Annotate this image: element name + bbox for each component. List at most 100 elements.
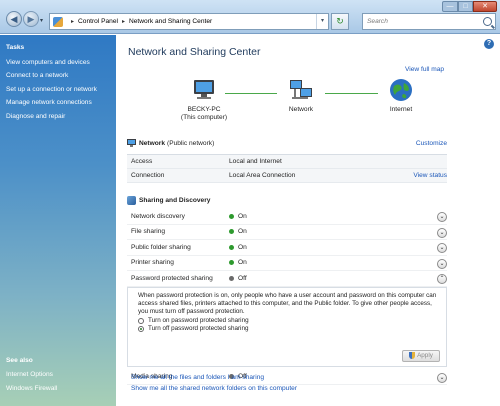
network-label: Network [288,106,314,114]
minimize-button[interactable]: — [442,1,458,12]
tasks-heading: Tasks [6,44,25,51]
expand-chevron-icon[interactable]: ⌄ [437,258,447,269]
breadcrumb-separator-icon: ▸ [71,19,75,25]
expand-chevron-icon[interactable]: ⌄ [437,243,447,253]
radio-turn-off[interactable]: Turn off password protected sharing [138,325,440,332]
network-small-icon [127,139,136,147]
map-link-line [325,93,378,94]
row-label: Network discovery [131,212,185,220]
row-value: On [238,259,247,267]
uac-shield-icon [409,352,416,359]
show-shared-files-link[interactable]: Show me all the files and folders I am s… [131,374,264,381]
see-also-heading: See also [6,357,33,364]
apply-button[interactable]: Apply [402,349,440,362]
status-dot-icon [229,213,234,219]
sharing-row-printer: Printer sharing On ⌄ [127,256,447,271]
status-dot-icon [229,244,234,250]
network-type: (Public network) [167,140,215,147]
page-title: Network and Sharing Center [128,46,261,58]
password-description: When password protection is on, only peo… [138,291,437,316]
row-value: On [238,212,247,220]
address-bar: ◀ ▶ ▾ ▸ Control Panel ▸ Network and Shar… [0,0,500,34]
sidebar-item-manage-connections[interactable]: Manage network connections [6,99,92,106]
breadcrumb-control-panel[interactable]: Control Panel [78,18,118,25]
recent-pages-chevron-icon[interactable]: ▾ [40,17,43,24]
row-value: Local Area Connection [229,172,296,179]
view-full-map-link[interactable]: View full map [405,66,444,73]
row-value: On [238,243,247,251]
refresh-button[interactable]: ↻ [331,13,349,30]
row-label: Access [131,158,153,165]
close-button[interactable]: ✕ [473,1,497,12]
radio-label[interactable]: Turn on password protected sharing [148,317,249,324]
row-label: Password protected sharing [131,274,213,282]
collapse-chevron-icon[interactable]: ⌃ [437,274,447,284]
sharing-row-network-discovery: Network discovery On ⌄ [127,209,447,225]
back-button[interactable]: ◀ [6,11,22,27]
maximize-button[interactable]: □ [458,1,473,12]
sharing-row-file-sharing: File sharing On ⌄ [127,225,447,240]
sharing-heading: Sharing and Discovery [139,196,211,204]
apply-label: Apply [417,352,433,359]
view-status-link[interactable]: View status [413,172,447,179]
computer-name: BECKY-PC [187,106,221,114]
expand-chevron-icon[interactable]: ⌄ [437,212,447,222]
sidebar-item-windows-firewall[interactable]: Windows Firewall [6,385,57,392]
radio-label[interactable]: Turn off password protected sharing [148,325,248,332]
control-panel-icon [53,16,63,27]
search-icon[interactable] [483,17,492,26]
map-node-network[interactable]: Network [276,77,326,114]
map-node-internet[interactable]: Internet [378,77,424,114]
sidebar: Tasks View computers and devices Connect… [0,35,116,406]
expand-chevron-icon[interactable]: ⌄ [437,227,447,238]
map-node-computer[interactable]: BECKY-PC (This computer) [174,77,234,123]
map-link-line [225,93,277,94]
row-value: Local and Internet [229,158,282,165]
help-icon[interactable]: ? [484,39,494,49]
forward-button[interactable]: ▶ [23,11,39,27]
sidebar-item-connect-network[interactable]: Connect to a network [6,72,68,79]
sharing-row-password-protected: Password protected sharing Off ⌃ [127,271,447,287]
sharing-discovery-section: Sharing and Discovery Network discovery … [127,194,447,385]
row-label: Public folder sharing [131,243,191,251]
sharing-header: Sharing and Discovery [127,194,447,206]
main-content: ? Network and Sharing Center View full m… [116,35,500,406]
breadcrumb-separator-icon: ▸ [121,19,125,25]
network-row-access: Access Local and Internet [127,155,447,169]
status-dot-icon [229,229,234,235]
customize-link[interactable]: Customize [416,140,447,147]
network-row-connection: Connection Local Area Connection View st… [127,169,447,183]
sidebar-item-setup-connection[interactable]: Set up a connection or network [6,86,97,93]
radio-button-selected[interactable] [138,325,144,332]
radio-turn-on[interactable]: Turn on password protected sharing [138,317,440,324]
internet-label: Internet [389,106,413,114]
password-sharing-panel: When password protection is on, only peo… [127,286,447,367]
row-label: Connection [131,172,165,179]
status-dot-icon [229,260,234,266]
address-field[interactable]: ▸ Control Panel ▸ Network and Sharing Ce… [49,13,329,30]
address-dropdown-icon[interactable]: ▾ [316,14,328,29]
row-label: Printer sharing [131,259,174,267]
network-header: Network (Public network) Customize [127,138,447,149]
row-value: Off [238,274,247,282]
sharing-icon [127,195,136,205]
sidebar-item-diagnose-repair[interactable]: Diagnose and repair [6,113,65,120]
globe-icon [390,79,412,101]
row-value: On [238,228,247,236]
network-name: Network [139,140,166,147]
search-input[interactable]: Search [362,13,496,30]
expand-chevron-icon[interactable]: ⌄ [437,372,447,383]
computer-subtitle: (This computer) [180,114,228,122]
network-icon [290,80,312,99]
search-placeholder: Search [367,18,388,25]
sidebar-item-internet-options[interactable]: Internet Options [6,371,53,378]
radio-button[interactable] [138,317,144,324]
computer-icon [194,80,214,99]
status-dot-icon [229,275,234,281]
sidebar-item-view-computers[interactable]: View computers and devices [6,59,90,66]
row-label: File sharing [131,228,166,236]
sharing-row-public-folder: Public folder sharing On ⌄ [127,240,447,256]
network-details: Network (Public network) Customize Acces… [127,138,447,183]
show-shared-folders-link[interactable]: Show me all the shared network folders o… [131,385,297,392]
breadcrumb-network-sharing[interactable]: Network and Sharing Center [129,18,212,25]
